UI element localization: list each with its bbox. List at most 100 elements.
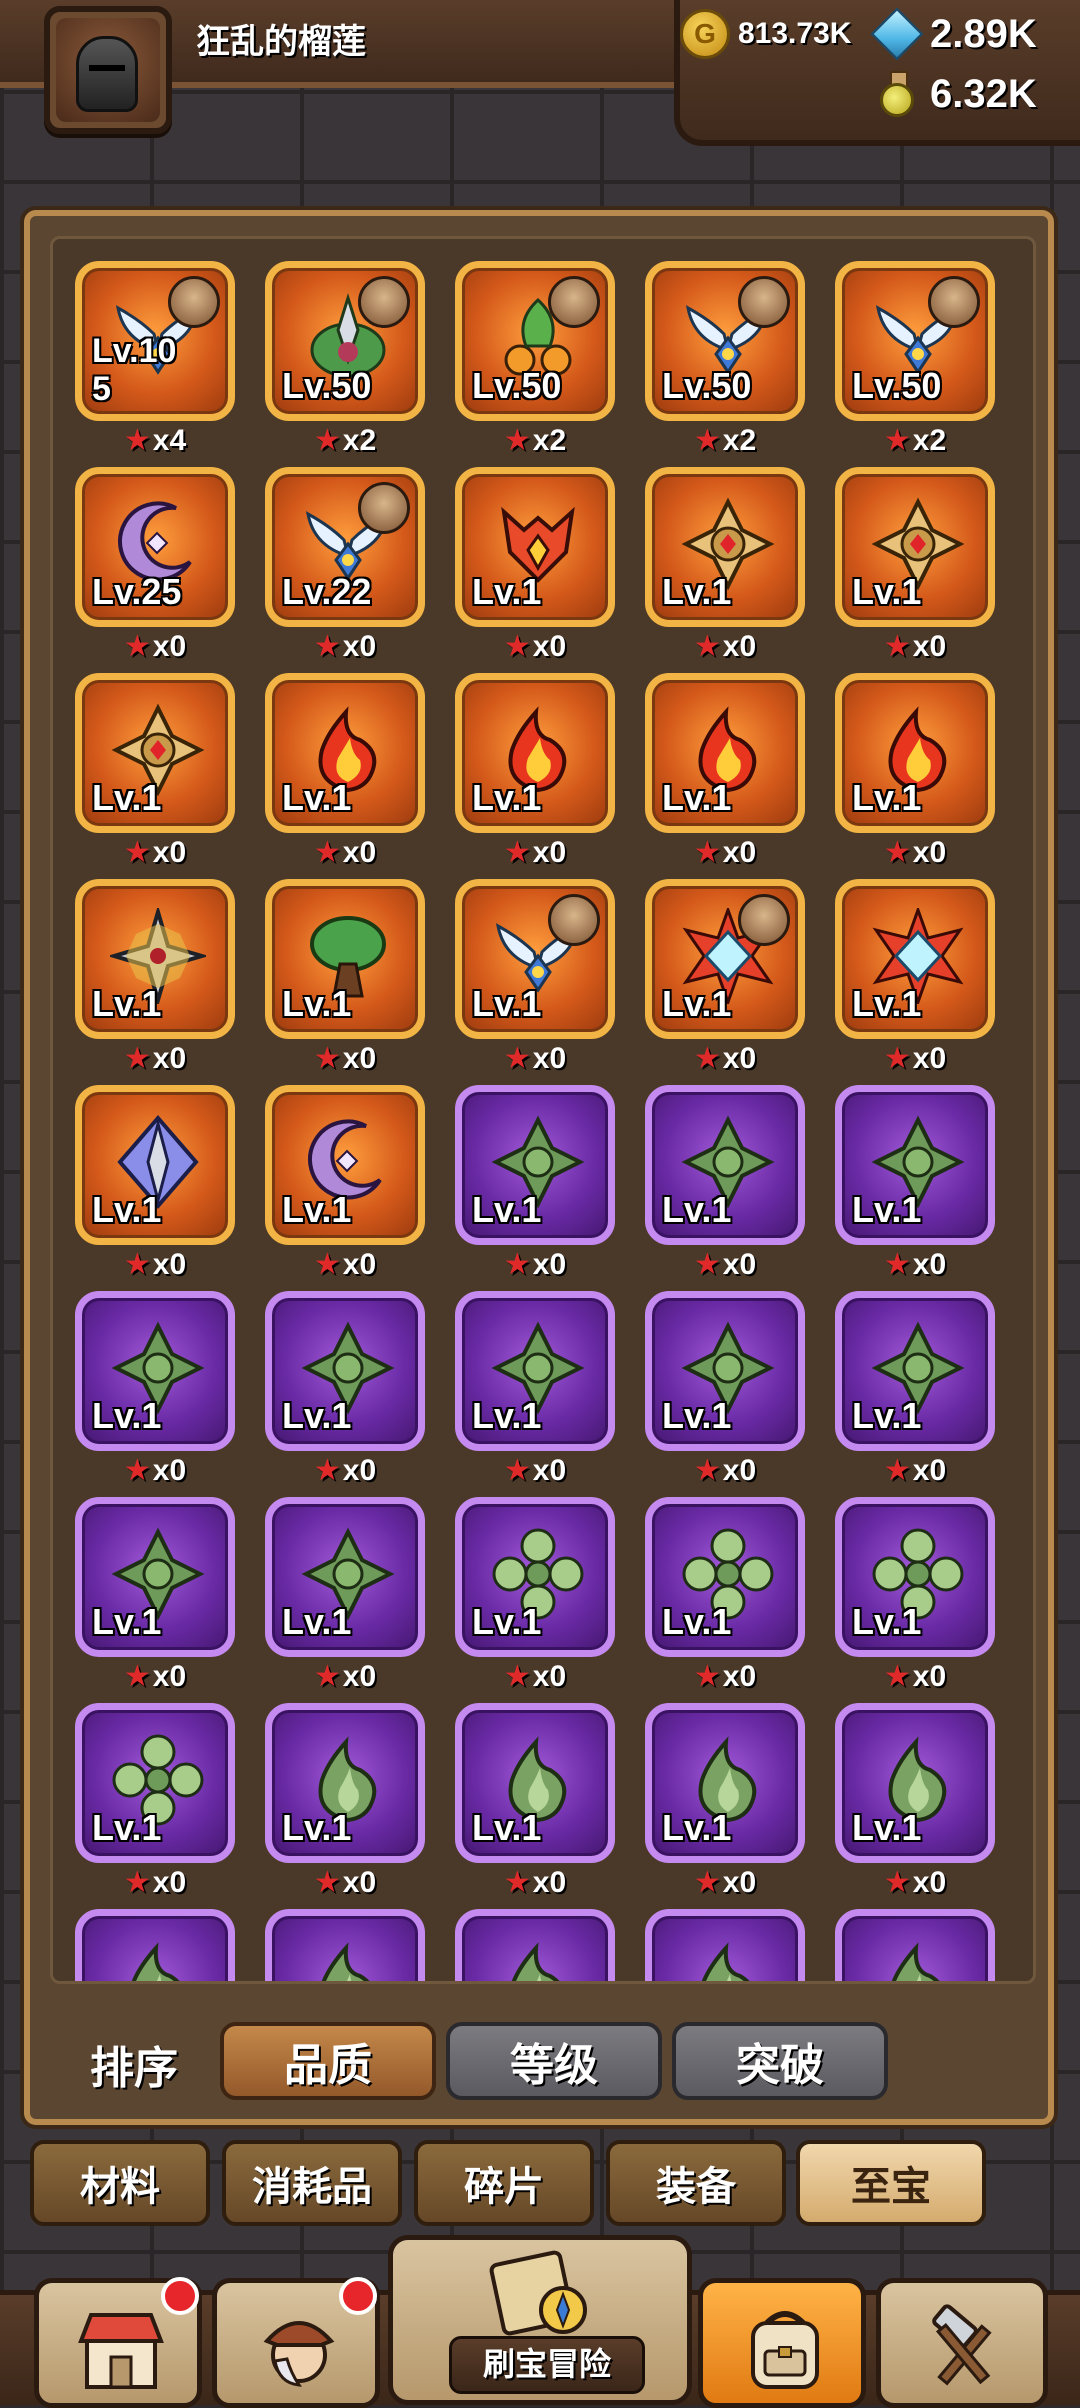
item-slot[interactable] bbox=[835, 1909, 995, 1981]
item-slot[interactable]: Lv.1 ★x0 bbox=[835, 1703, 995, 1903]
item-card[interactable]: Lv.1 bbox=[835, 879, 995, 1039]
item-slot[interactable]: Lv.22 ★x0 bbox=[265, 467, 425, 667]
item-slot[interactable]: Lv.1 ★x0 bbox=[75, 1291, 235, 1491]
item-slot[interactable]: Lv.1 ★x0 bbox=[75, 673, 235, 873]
item-card[interactable]: Lv.1 bbox=[835, 467, 995, 627]
item-card[interactable]: Lv.1 bbox=[75, 879, 235, 1039]
item-slot[interactable]: Lv.1 ★x0 bbox=[645, 1703, 805, 1903]
item-slot[interactable]: Lv.1 ★x0 bbox=[645, 1085, 805, 1285]
item-slot[interactable]: Lv.1 ★x0 bbox=[455, 1291, 615, 1491]
item-slot[interactable] bbox=[645, 1909, 805, 1981]
nav-hero-button[interactable] bbox=[212, 2277, 380, 2408]
sort-level-button[interactable]: 等级 bbox=[446, 2022, 662, 2100]
item-card[interactable] bbox=[455, 1909, 615, 1981]
item-slot[interactable]: Lv.50 ★x2 bbox=[645, 261, 805, 461]
item-card[interactable]: Lv.1 bbox=[75, 1497, 235, 1657]
item-card[interactable]: Lv.50 bbox=[835, 261, 995, 421]
item-slot[interactable]: Lv.1 ★x0 bbox=[265, 879, 425, 1079]
item-slot[interactable]: Lv.1 ★x0 bbox=[455, 1085, 615, 1285]
item-slot[interactable]: Lv.50 ★x2 bbox=[455, 261, 615, 461]
item-slot[interactable] bbox=[455, 1909, 615, 1981]
nav-backpack-button[interactable] bbox=[698, 2278, 866, 2408]
item-card[interactable]: Lv.10 5 bbox=[75, 261, 235, 421]
item-card[interactable]: Lv.25 bbox=[75, 467, 235, 627]
item-slot[interactable]: Lv.1 ★x0 bbox=[835, 1291, 995, 1491]
tab-consumables[interactable]: 消耗品 bbox=[222, 2140, 402, 2226]
item-card[interactable]: Lv.1 bbox=[835, 1497, 995, 1657]
item-slot[interactable]: Lv.1 ★x0 bbox=[75, 879, 235, 1079]
gold-resource[interactable]: G 813.73K bbox=[680, 9, 851, 59]
item-card[interactable]: Lv.1 bbox=[835, 673, 995, 833]
item-slot[interactable]: Lv.1 ★x0 bbox=[265, 673, 425, 873]
item-slot[interactable]: Lv.1 ★x0 bbox=[455, 1497, 615, 1697]
nav-forge-button[interactable] bbox=[876, 2278, 1048, 2408]
item-card[interactable]: Lv.1 bbox=[455, 1085, 615, 1245]
item-card[interactable]: Lv.1 bbox=[645, 1703, 805, 1863]
item-card[interactable]: Lv.1 bbox=[455, 1497, 615, 1657]
item-card[interactable]: Lv.1 bbox=[265, 1497, 425, 1657]
item-slot[interactable]: Lv.50 ★x2 bbox=[835, 261, 995, 461]
tab-treasures[interactable]: 至宝 bbox=[796, 2140, 986, 2226]
item-card[interactable]: Lv.1 bbox=[835, 1291, 995, 1451]
item-slot[interactable]: Lv.1 ★x0 bbox=[835, 673, 995, 873]
tab-fragments[interactable]: 碎片 bbox=[414, 2140, 594, 2226]
item-slot[interactable]: Lv.1 ★x0 bbox=[265, 1497, 425, 1697]
item-card[interactable]: Lv.1 bbox=[645, 1291, 805, 1451]
item-slot[interactable]: Lv.1 ★x0 bbox=[835, 1085, 995, 1285]
item-slot[interactable]: Lv.1 ★x0 bbox=[265, 1703, 425, 1903]
gem-resource[interactable]: 2.89K bbox=[870, 7, 1037, 61]
item-grid[interactable]: Lv.10 5 ★x4 Lv.50 ★x2 Lv.50 ★x2 Lv.50 ★x2 Lv.50 ★… bbox=[50, 236, 1036, 1984]
item-card[interactable]: Lv.1 bbox=[265, 879, 425, 1039]
item-slot[interactable]: Lv.1 ★x0 bbox=[835, 467, 995, 667]
item-card[interactable]: Lv.50 bbox=[265, 261, 425, 421]
item-slot[interactable]: Lv.1 ★x0 bbox=[75, 1703, 235, 1903]
item-card[interactable] bbox=[75, 1909, 235, 1981]
item-card[interactable]: Lv.1 bbox=[265, 673, 425, 833]
item-slot[interactable]: Lv.25 ★x0 bbox=[75, 467, 235, 667]
item-slot[interactable]: Lv.50 ★x2 bbox=[265, 261, 425, 461]
sort-quality-button[interactable]: 品质 bbox=[220, 2022, 436, 2100]
item-slot[interactable]: Lv.1 ★x0 bbox=[645, 673, 805, 873]
item-card[interactable]: Lv.50 bbox=[455, 261, 615, 421]
item-card[interactable]: Lv.1 bbox=[835, 1085, 995, 1245]
item-slot[interactable]: Lv.1 ★x0 bbox=[455, 1703, 615, 1903]
tab-materials[interactable]: 材料 bbox=[30, 2140, 210, 2226]
item-slot[interactable]: Lv.1 ★x0 bbox=[455, 467, 615, 667]
item-card[interactable]: Lv.1 bbox=[455, 467, 615, 627]
item-card[interactable] bbox=[265, 1909, 425, 1981]
item-card[interactable]: Lv.1 bbox=[75, 1291, 235, 1451]
nav-adventure-button[interactable]: 刷宝冒险 bbox=[388, 2235, 692, 2405]
item-card[interactable]: Lv.1 bbox=[645, 1497, 805, 1657]
item-card[interactable] bbox=[835, 1909, 995, 1981]
item-card[interactable]: Lv.1 bbox=[835, 1703, 995, 1863]
avatar[interactable] bbox=[44, 6, 172, 134]
item-card[interactable]: Lv.1 bbox=[75, 673, 235, 833]
item-card[interactable]: Lv.1 bbox=[75, 1703, 235, 1863]
item-card[interactable]: Lv.1 bbox=[265, 1291, 425, 1451]
item-card[interactable]: Lv.50 bbox=[645, 261, 805, 421]
item-card[interactable]: Lv.1 bbox=[265, 1703, 425, 1863]
item-card[interactable]: Lv.1 bbox=[455, 673, 615, 833]
item-slot[interactable]: Lv.1 ★x0 bbox=[645, 467, 805, 667]
item-card[interactable]: Lv.1 bbox=[455, 1291, 615, 1451]
item-slot[interactable]: Lv.1 ★x0 bbox=[645, 1291, 805, 1491]
item-slot[interactable]: Lv.1 ★x0 bbox=[75, 1085, 235, 1285]
item-slot[interactable] bbox=[265, 1909, 425, 1981]
item-card[interactable] bbox=[645, 1909, 805, 1981]
item-slot[interactable]: Lv.1 ★x0 bbox=[75, 1497, 235, 1697]
item-slot[interactable]: Lv.1 ★x0 bbox=[265, 1291, 425, 1491]
item-slot[interactable] bbox=[75, 1909, 235, 1981]
item-slot[interactable]: Lv.1 ★x0 bbox=[645, 879, 805, 1079]
item-card[interactable]: Lv.22 bbox=[265, 467, 425, 627]
item-slot[interactable]: Lv.1 ★x0 bbox=[835, 879, 995, 1079]
item-card[interactable]: Lv.1 bbox=[645, 467, 805, 627]
item-card[interactable]: Lv.1 bbox=[265, 1085, 425, 1245]
potion-resource[interactable]: 6.32K bbox=[872, 70, 1037, 118]
item-card[interactable]: Lv.1 bbox=[645, 879, 805, 1039]
item-slot[interactable]: Lv.1 ★x0 bbox=[645, 1497, 805, 1697]
item-slot[interactable]: Lv.1 ★x0 bbox=[455, 673, 615, 873]
item-slot[interactable]: Lv.1 ★x0 bbox=[835, 1497, 995, 1697]
nav-shop-button[interactable] bbox=[34, 2277, 202, 2408]
item-card[interactable]: Lv.1 bbox=[645, 1085, 805, 1245]
item-card[interactable]: Lv.1 bbox=[645, 673, 805, 833]
